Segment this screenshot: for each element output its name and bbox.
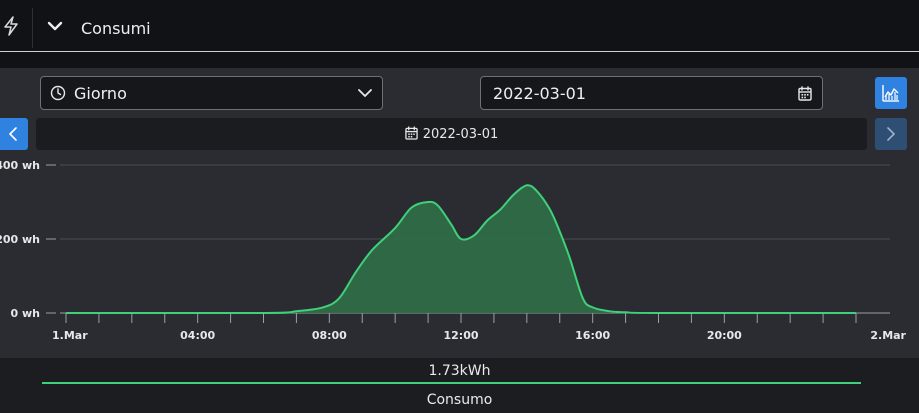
clock-icon xyxy=(50,85,66,101)
header-divider xyxy=(32,8,33,48)
x-axis: 1.Mar 04:00 08:00 12:00 16:00 20:00 2.Mar xyxy=(52,313,907,342)
top-bar: Consumi xyxy=(0,0,919,52)
x-tick-label: 16:00 xyxy=(575,329,610,342)
y-tick-label: 400 wh xyxy=(0,159,40,172)
x-tick-label: 20:00 xyxy=(707,329,742,342)
period-select-value: Giorno xyxy=(74,84,127,103)
date-input[interactable]: 2022-03-01 xyxy=(480,76,823,110)
x-tick-label: 08:00 xyxy=(312,329,347,342)
calendar-icon[interactable] xyxy=(798,86,812,101)
y-axis: 0 wh 200 wh 400 wh xyxy=(0,159,56,320)
current-date-bar[interactable]: 2022-03-01 xyxy=(36,118,867,150)
chevron-down-icon xyxy=(358,89,372,97)
y-tick-label: 200 wh xyxy=(0,233,40,246)
x-tick-label: 2.Mar xyxy=(870,329,906,342)
bolt-icon[interactable] xyxy=(0,15,22,37)
consumption-area xyxy=(66,185,856,313)
date-input-value: 2022-03-01 xyxy=(493,84,586,103)
x-tick-label: 12:00 xyxy=(443,329,478,342)
consumption-chart: 0 wh 200 wh 400 wh 1.Mar 04:00 08:00 12:00 16:… xyxy=(0,159,907,342)
period-select[interactable]: Giorno xyxy=(40,76,383,110)
total-consumption-label: Consumo xyxy=(426,392,493,408)
x-tick-label: 1.Mar xyxy=(52,329,88,342)
calendar-icon xyxy=(404,126,418,140)
previous-day-button[interactable] xyxy=(0,118,28,150)
chart-area-icon xyxy=(882,85,899,102)
series-legend-line xyxy=(42,382,861,384)
x-tick-label: 04:00 xyxy=(180,329,215,342)
page-title: Consumi xyxy=(81,19,151,38)
chevron-right-icon xyxy=(887,127,895,141)
next-day-button[interactable] xyxy=(875,118,907,150)
y-tick-label: 0 wh xyxy=(11,307,40,320)
chart-type-button[interactable] xyxy=(875,77,907,109)
header-gap xyxy=(0,53,919,68)
summary-bar: 1.73kWh Consumo xyxy=(0,358,919,413)
total-consumption-value: 1.73kWh xyxy=(428,363,491,379)
chevron-down-icon[interactable] xyxy=(47,20,63,32)
chevron-left-icon xyxy=(9,127,17,141)
current-date-label: 2022-03-01 xyxy=(422,127,499,142)
